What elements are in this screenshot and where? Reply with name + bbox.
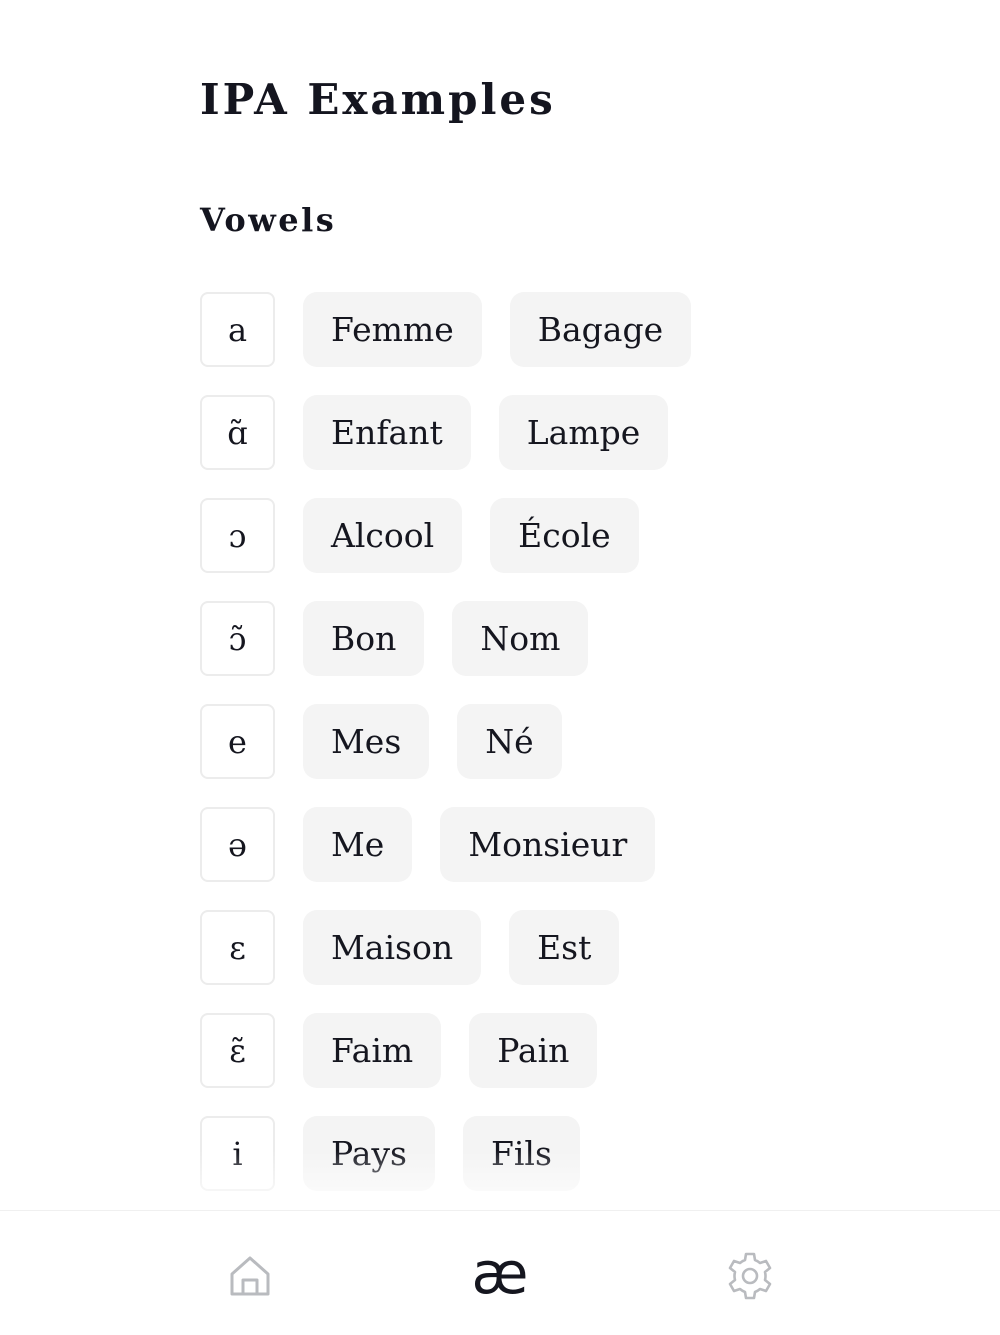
vowel-row: a Femme Bagage [200,292,692,367]
section-title-vowels: Vowels [200,201,337,239]
example-word-chip[interactable]: Monsieur [440,807,656,882]
example-word-chip[interactable]: Alcool [303,498,463,573]
example-word-chip[interactable]: École [490,498,639,573]
example-word-chip[interactable]: Faim [303,1013,442,1088]
vowel-row: ɛ̃ Faim Pain [200,1013,691,1088]
ipa-symbol-button[interactable]: e [200,704,275,779]
vowel-row: ɔ̃ Bon Nom [200,601,691,676]
vowel-row: ɔ Alcool École [200,498,691,573]
ipa-symbol-button[interactable]: a [200,292,275,367]
example-word-chip[interactable]: Bon [303,601,425,676]
example-word-chip[interactable]: Pain [469,1013,598,1088]
example-word-chip[interactable]: Enfant [303,395,471,470]
vowel-row: e Mes Né [200,704,691,779]
ipa-symbol-button[interactable]: ə [200,807,275,882]
vowel-row: i Pays Fils [200,1116,691,1191]
example-word-chip[interactable]: Bagage [509,292,692,367]
ipa-symbol-button[interactable]: ɛ̃ [200,1013,275,1088]
home-icon [227,1253,273,1299]
ipa-symbol-button[interactable]: ɑ̃ [200,395,275,470]
tab-settings[interactable] [715,1241,785,1311]
gear-icon [724,1250,776,1302]
ae-ligature-icon: æ [470,1246,530,1306]
example-word-chip[interactable]: Nom [452,601,589,676]
example-word-chip[interactable]: Mes [303,704,430,779]
tab-home[interactable] [215,1241,285,1311]
example-word-chip[interactable]: Fils [462,1116,580,1191]
tab-ipa[interactable]: æ [465,1241,535,1311]
vowel-row: ɛ Maison Est [200,910,691,985]
vowel-list: a Femme Bagage ɑ̃ Enfant Lampe ɔ Alcool … [200,292,692,1219]
vowel-row: ɑ̃ Enfant Lampe [200,395,691,470]
example-word-chip[interactable]: Né [457,704,562,779]
ipa-symbol-button[interactable]: ɔ̃ [200,601,275,676]
ipa-symbol-button[interactable]: i [200,1116,275,1191]
example-word-chip[interactable]: Maison [303,910,482,985]
bottom-tab-bar: æ [0,1210,1000,1335]
example-word-chip[interactable]: Est [509,910,620,985]
example-word-chip[interactable]: Pays [303,1116,435,1191]
ipa-symbol-button[interactable]: ɛ [200,910,275,985]
example-word-chip[interactable]: Me [303,807,413,882]
ipa-symbol-button[interactable]: ɔ [200,498,275,573]
example-word-chip[interactable]: Femme [303,292,482,367]
ae-glyph: æ [472,1246,529,1306]
vowel-row: ə Me Monsieur [200,807,691,882]
example-word-chip[interactable]: Lampe [498,395,669,470]
page-title: IPA Examples [200,75,556,124]
